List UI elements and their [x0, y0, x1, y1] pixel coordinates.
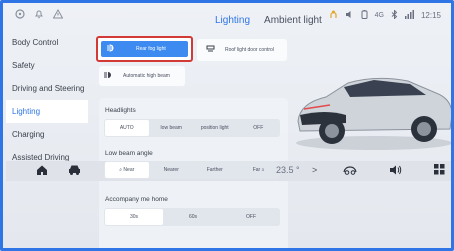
roof-light-icon: [206, 45, 215, 55]
rear-fog-light-label: Rear fog light: [136, 46, 166, 52]
network-label: 4G: [374, 12, 384, 19]
sidebar: Body Control Safety Driving and Steering…: [6, 31, 88, 169]
low-beam-option-nearer[interactable]: Nearer: [150, 162, 194, 178]
chevron-right-icon[interactable]: >: [312, 165, 317, 175]
roof-light-label: Roof light door control: [225, 47, 274, 53]
battery-icon: [361, 10, 368, 21]
seatbelt-icon: [329, 10, 338, 21]
top-tabs: Lighting Ambient light: [215, 15, 322, 26]
car-status-icon[interactable]: [342, 164, 358, 179]
sidebar-item-lighting[interactable]: Lighting: [6, 100, 88, 123]
headlights-segmented-control: AUTO low beam position light OFF: [104, 119, 280, 137]
headlights-option-auto[interactable]: AUTO: [105, 120, 149, 136]
sidebar-item-body-control[interactable]: Body Control: [6, 31, 88, 54]
car-icon[interactable]: [68, 164, 81, 179]
roof-light-door-control-button[interactable]: Roof light door control: [197, 39, 287, 61]
warning-triangle-icon[interactable]: [52, 8, 64, 19]
steering-wheel-icon[interactable]: [15, 9, 25, 19]
speaker-icon: [345, 10, 354, 21]
status-left-icons: [15, 8, 64, 19]
rear-fog-light-button[interactable]: Rear fog light: [96, 36, 193, 62]
temperature-readout[interactable]: 23.5 °: [276, 165, 300, 175]
app-window: Lighting Ambient light 4G 12:15 Body Con…: [0, 0, 454, 251]
status-right: 4G 12:15: [329, 9, 441, 21]
high-beam-icon: [103, 71, 113, 81]
home-icon[interactable]: [36, 164, 48, 179]
accompany-me-home-segmented-control: 30s 60s OFF: [104, 208, 280, 226]
sidebar-item-driving-steering[interactable]: Driving and Steering: [6, 77, 88, 100]
accompany-option-60s[interactable]: 60s: [164, 209, 222, 225]
automatic-high-beam-button[interactable]: Automatic high beam: [99, 66, 185, 86]
bluetooth-icon: [391, 9, 398, 21]
low-beam-angle-segmented-control: ⌕ Near Nearer Farther Far 3: [104, 161, 280, 179]
low-beam-angle-title: Low beam angle: [105, 150, 153, 157]
car-image: [286, 63, 451, 153]
headlights-option-position-light[interactable]: position light: [193, 120, 237, 136]
sidebar-item-safety[interactable]: Safety: [6, 54, 88, 77]
low-beam-option-farther[interactable]: Farther: [193, 162, 237, 178]
auto-beam-label: Automatic high beam: [123, 73, 170, 79]
headlights-title: Headlights: [105, 107, 136, 114]
accompany-option-off[interactable]: OFF: [222, 209, 280, 225]
apps-grid-icon[interactable]: [434, 164, 445, 178]
accompany-me-home-title: Accompany me home: [105, 196, 168, 203]
tab-ambient-light[interactable]: Ambient light: [264, 15, 322, 26]
headlights-option-low-beam[interactable]: low beam: [150, 120, 194, 136]
low-beam-option-near[interactable]: ⌕ Near: [105, 162, 149, 178]
tab-lighting[interactable]: Lighting: [215, 15, 250, 26]
far-badge: 3: [261, 167, 264, 172]
clock: 12:15: [420, 11, 441, 20]
volume-icon[interactable]: [389, 164, 402, 179]
low-beam-option-far[interactable]: Far 3: [237, 162, 281, 178]
bell-icon[interactable]: [34, 9, 44, 19]
fog-light-icon: [106, 44, 116, 54]
signal-icon: [404, 10, 414, 21]
rear-fog-light-inner: Rear fog light: [101, 41, 188, 57]
accompany-option-30s[interactable]: 30s: [105, 209, 163, 225]
sidebar-item-charging[interactable]: Charging: [6, 123, 88, 146]
headlights-option-off[interactable]: OFF: [237, 120, 281, 136]
